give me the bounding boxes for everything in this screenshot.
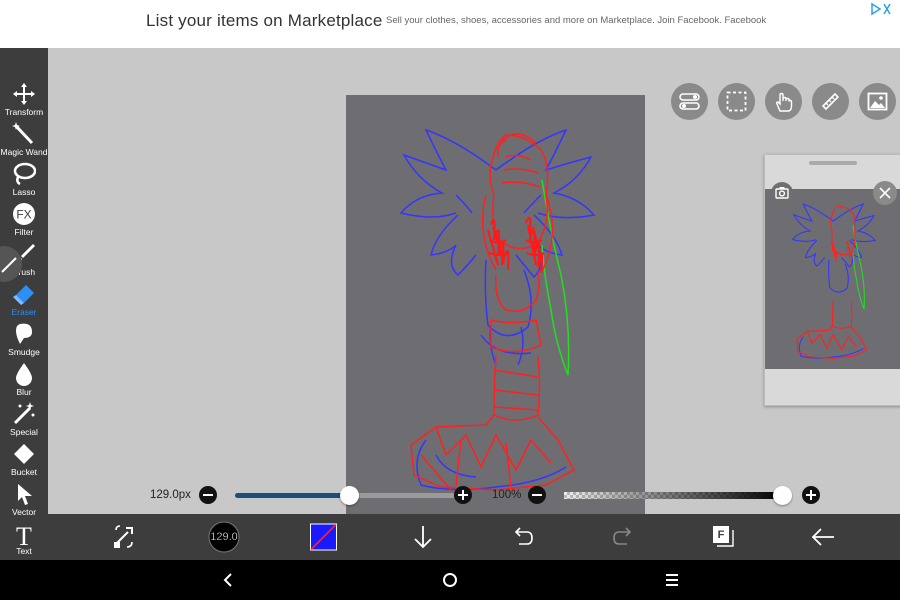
back-button[interactable] xyxy=(810,514,836,560)
tool-eraser[interactable]: Eraser xyxy=(0,282,48,322)
nav-menu-icon[interactable] xyxy=(664,572,680,588)
tool-label: Smudge xyxy=(8,347,40,357)
highlight-lineart xyxy=(541,179,570,376)
tool-filter[interactable]: FX Filter xyxy=(0,202,48,242)
tool-bucket[interactable]: Bucket xyxy=(0,442,48,482)
tool-label: Lasso xyxy=(12,187,36,197)
transform-icon xyxy=(13,83,35,105)
tool-smudge[interactable]: Smudge xyxy=(0,322,48,362)
tool-label: Special xyxy=(10,427,38,437)
current-color-swatch xyxy=(310,523,337,551)
close-icon xyxy=(879,187,891,199)
undo-icon xyxy=(514,527,533,545)
ad-banner[interactable]: List your items on Marketplace Sell your… xyxy=(0,0,900,49)
bottom-toolbar: 129.0 F xyxy=(48,514,900,560)
smudge-icon xyxy=(16,323,32,344)
preview-image xyxy=(765,189,900,369)
selection-icon xyxy=(726,91,747,112)
layers-button[interactable]: F xyxy=(711,514,735,560)
adchoices-icon[interactable] xyxy=(870,2,892,16)
brush-size-decrease-button[interactable] xyxy=(199,486,217,504)
magic-wand-icon xyxy=(12,122,34,145)
canvas-transform-button[interactable] xyxy=(110,514,138,560)
arrow-left-icon xyxy=(811,528,834,546)
ruler-button[interactable] xyxy=(812,83,849,120)
tool-magic-wand[interactable]: Magic Wand xyxy=(0,122,48,162)
redo-icon xyxy=(613,527,632,545)
ad-subtitle[interactable]: Sell your clothes, shoes, accessories an… xyxy=(386,15,766,26)
text-icon: T xyxy=(16,522,32,548)
preview-close-button[interactable] xyxy=(873,181,897,205)
opacity-increase-button[interactable] xyxy=(802,486,820,504)
brush-size-indicator[interactable]: 129.0 xyxy=(207,514,241,560)
bucket-icon xyxy=(14,444,34,464)
blur-icon xyxy=(16,363,32,386)
arrow-down-icon xyxy=(414,526,432,549)
brush-size-fill xyxy=(235,493,345,498)
rotate-flip-icon xyxy=(114,525,133,548)
opacity-slider-handle[interactable] xyxy=(772,486,792,505)
selection-button[interactable] xyxy=(718,83,755,120)
ad-title[interactable]: List your items on Marketplace xyxy=(146,11,383,31)
tool-vector[interactable]: Vector xyxy=(0,482,48,522)
brush-size-value: 129.0px xyxy=(150,489,191,501)
image-icon xyxy=(867,92,888,111)
material-button[interactable] xyxy=(859,83,896,120)
special-icon xyxy=(13,402,35,425)
tool-special[interactable]: Special xyxy=(0,402,48,442)
hand-icon xyxy=(775,92,793,112)
tool-label: Vector xyxy=(11,507,37,517)
character-lineart xyxy=(410,133,576,491)
color-picker-button[interactable] xyxy=(310,514,337,560)
text-glyph: T xyxy=(16,522,32,548)
tool-label: Eraser xyxy=(11,307,37,317)
nav-home-icon[interactable] xyxy=(441,571,459,589)
undo-button[interactable] xyxy=(511,514,535,560)
brush-size-increase-button[interactable] xyxy=(454,486,472,504)
settings-toggle-button[interactable] xyxy=(671,83,708,120)
redo-button[interactable] xyxy=(611,514,635,560)
tool-label: Filter xyxy=(14,227,34,237)
toggles-icon xyxy=(679,93,700,110)
layer-badge: F xyxy=(717,529,725,541)
brush-size-badge: 129.0 xyxy=(210,531,238,543)
wings-lineart xyxy=(399,128,596,491)
preview-snapshot-button[interactable] xyxy=(771,182,793,204)
opacity-decrease-button[interactable] xyxy=(528,486,546,504)
tool-label: Bucket xyxy=(11,467,37,477)
ruler-icon xyxy=(821,92,840,111)
system-navigation-bar xyxy=(0,560,900,600)
vector-icon xyxy=(18,484,32,505)
tool-lasso[interactable]: Lasso xyxy=(0,162,48,202)
tool-label: Magic Wand xyxy=(0,147,48,157)
eraser-icon xyxy=(13,285,34,305)
tool-transform[interactable]: Transform xyxy=(0,82,48,122)
preview-thumbnail xyxy=(791,203,877,359)
camera-icon xyxy=(775,187,789,199)
preview-drag-handle[interactable] xyxy=(809,161,857,165)
drawing-canvas[interactable] xyxy=(346,95,645,515)
tool-label: Transform xyxy=(4,107,44,117)
preview-window[interactable] xyxy=(764,154,900,406)
nav-back-icon[interactable] xyxy=(220,572,236,588)
pen-icon xyxy=(1,257,17,273)
brush-size-slider-handle[interactable] xyxy=(339,486,359,505)
hand-tool-button[interactable] xyxy=(765,83,802,120)
artwork-drawing xyxy=(399,128,596,491)
fx-glyph: FX xyxy=(16,208,31,222)
save-button[interactable] xyxy=(411,514,435,560)
lasso-icon xyxy=(13,162,36,186)
tool-text[interactable]: T Text xyxy=(0,522,48,562)
opacity-slider[interactable] xyxy=(564,492,782,499)
tool-blur[interactable]: Blur xyxy=(0,362,48,402)
opacity-value: 100% xyxy=(492,489,522,501)
fx-icon: FX xyxy=(13,203,35,225)
tool-label: Text xyxy=(16,546,32,556)
tool-label: Blur xyxy=(16,387,32,397)
tool-sidebar: Transform Magic Wand Lasso FX Filter Bru… xyxy=(0,48,48,560)
